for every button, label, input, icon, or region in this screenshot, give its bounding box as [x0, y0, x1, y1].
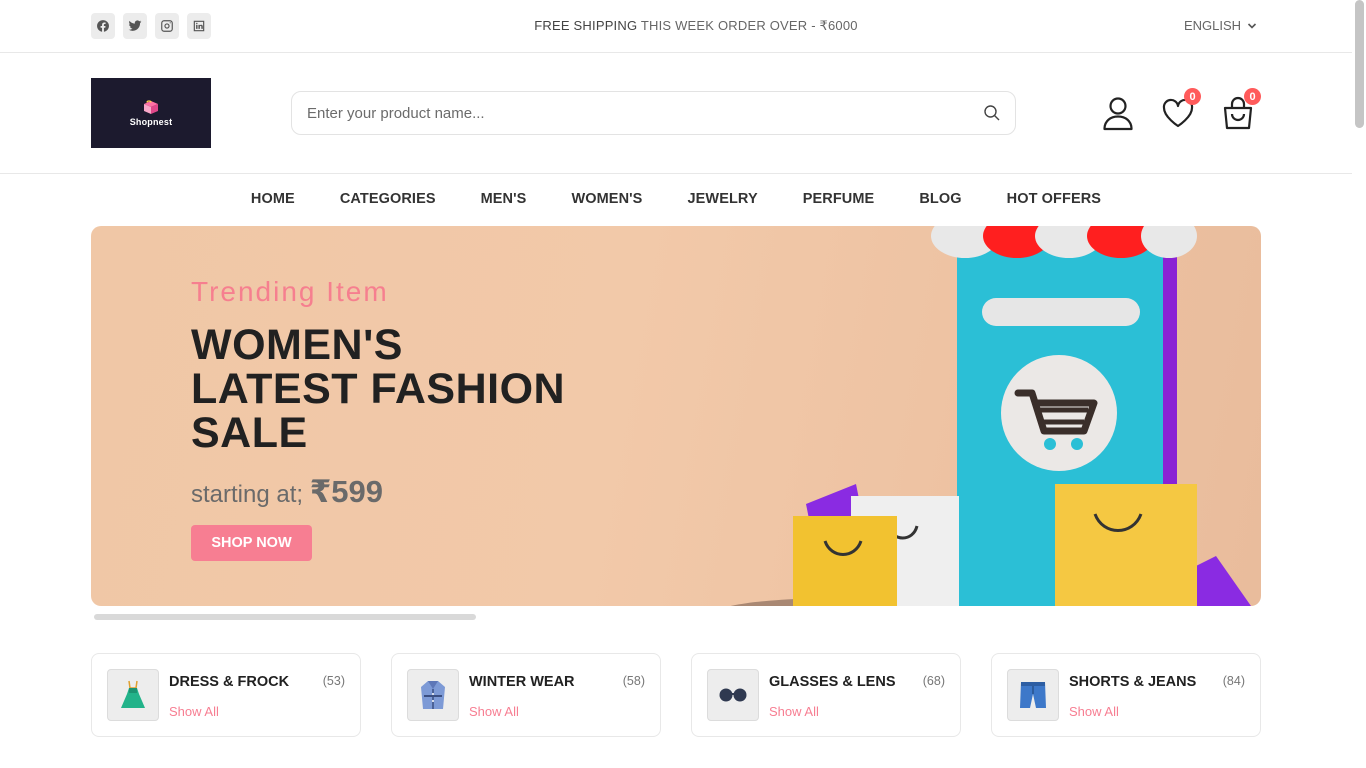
search-input[interactable] [292, 92, 932, 134]
promo-highlight: FREE SHIPPING [534, 18, 638, 33]
nav-categories[interactable]: CATEGORIES [317, 191, 458, 207]
show-all-link[interactable]: Show All [769, 704, 819, 719]
category-count: (68) [922, 674, 945, 688]
price-prefix: starting at; [191, 481, 310, 508]
nav-mens[interactable]: MEN'S [458, 191, 549, 207]
user-icon [1103, 97, 1133, 131]
banner-price: starting at; ₹599 [191, 474, 383, 510]
category-count: (84) [1222, 674, 1245, 688]
carousel-scrollbar[interactable] [94, 614, 476, 620]
nav-hot-offers[interactable]: HOT OFFERS [984, 191, 1123, 207]
top-bar: FREE SHIPPING THIS WEEK ORDER OVER - ₹60… [0, 0, 1352, 53]
category-card[interactable]: GLASSES & LENS (68) Show All [691, 653, 961, 737]
shorts-icon [1007, 669, 1059, 721]
winter-coat-icon [407, 669, 459, 721]
shop-now-button[interactable]: SHOP NOW [191, 525, 312, 561]
nav-perfume[interactable]: PERFUME [780, 191, 897, 207]
language-select[interactable]: ENGLISH [1184, 18, 1257, 33]
banner-title: WOMEN'S LATEST FASHION SALE [191, 321, 566, 457]
category-count: (58) [622, 674, 645, 688]
cart-count-badge: 0 [1244, 88, 1261, 105]
header: Shopnest 0 0 [0, 53, 1352, 174]
logo-box-icon [144, 100, 158, 114]
category-card[interactable]: WINTER WEAR (58) Show All [391, 653, 661, 737]
dress-icon [107, 669, 159, 721]
cart-button[interactable]: 0 [1221, 88, 1261, 131]
category-card[interactable]: DRESS & FROCK (53) Show All [91, 653, 361, 737]
show-all-link[interactable]: Show All [1069, 704, 1119, 719]
glasses-icon [707, 669, 759, 721]
category-name: SHORTS & JEANS [1069, 674, 1197, 690]
promo-detail: THIS WEEK ORDER OVER - ₹6000 [637, 18, 858, 33]
page-scrollbar[interactable] [1355, 0, 1364, 128]
category-name: DRESS & FROCK [169, 674, 290, 690]
category-name: WINTER WEAR [469, 674, 575, 690]
account-button[interactable] [1101, 95, 1135, 131]
nav-womens[interactable]: WOMEN'S [549, 191, 665, 207]
search-icon[interactable] [983, 104, 1001, 122]
logo-text: Shopnest [129, 117, 173, 127]
promo-text: FREE SHIPPING THIS WEEK ORDER OVER - ₹60… [0, 18, 1366, 34]
nav-blog[interactable]: BLOG [897, 191, 984, 207]
category-card[interactable]: SHORTS & JEANS (84) Show All [991, 653, 1261, 737]
search-bar [291, 91, 1016, 135]
hero-banner: Trending Item WOMEN'S LATEST FASHION SAL… [91, 226, 1261, 606]
show-all-link[interactable]: Show All [469, 704, 519, 719]
category-list: DRESS & FROCK (53) Show All WINTER WEAR … [91, 653, 1261, 737]
category-name: GLASSES & LENS [769, 674, 896, 690]
banner-shop-illustration [730, 226, 1251, 606]
wishlist-count-badge: 0 [1184, 88, 1201, 105]
logo[interactable]: Shopnest [91, 78, 211, 148]
nav-jewelry[interactable]: JEWELRY [665, 191, 780, 207]
language-label: ENGLISH [1184, 18, 1242, 33]
nav-home[interactable]: HOME [228, 191, 317, 207]
main-nav: HOME CATEGORIES MEN'S WOMEN'S JEWELRY PE… [0, 174, 1352, 224]
chevron-down-icon [1248, 22, 1257, 29]
price-value: ₹599 [309, 474, 384, 509]
wishlist-button[interactable]: 0 [1161, 88, 1201, 131]
show-all-link[interactable]: Show All [169, 704, 219, 719]
category-count: (53) [322, 674, 345, 688]
banner-subtitle: Trending Item [191, 276, 389, 307]
